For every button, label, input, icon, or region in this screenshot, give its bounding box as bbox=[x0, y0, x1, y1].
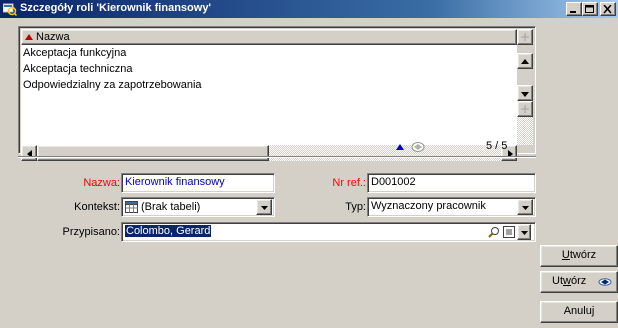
maximize-button[interactable] bbox=[582, 2, 598, 16]
window-title: Szczegóły roli 'Kierownik finansowy' bbox=[20, 2, 212, 14]
role-details-icon bbox=[3, 3, 17, 16]
page-counter: 5 / 5 bbox=[486, 140, 508, 152]
column-add-button[interactable] bbox=[517, 29, 533, 45]
plus-icon bbox=[521, 33, 529, 41]
name-field[interactable]: Kierownik finansowy bbox=[121, 173, 275, 193]
create-button-label: Utwórz bbox=[561, 249, 597, 261]
type-value: Wyznaczony pracownik bbox=[371, 200, 486, 212]
details-button[interactable] bbox=[502, 224, 516, 240]
close-icon bbox=[603, 5, 612, 14]
context-value: (Brak tabeli) bbox=[141, 201, 201, 213]
refresh-icon[interactable] bbox=[410, 141, 426, 153]
name-label: Nazwa: bbox=[83, 177, 120, 189]
scroll-up-button[interactable] bbox=[517, 53, 533, 69]
scroll-down-button[interactable] bbox=[517, 85, 533, 101]
list-item[interactable]: Akceptacja techniczna bbox=[23, 61, 132, 77]
context-dropdown-button[interactable] bbox=[256, 199, 272, 215]
type-dropdown-button[interactable] bbox=[517, 199, 533, 215]
chevron-down-icon bbox=[261, 206, 268, 210]
chevron-down-icon bbox=[521, 231, 528, 235]
assigned-label: Przypisano: bbox=[62, 226, 120, 238]
create-menu-label: Utwórz bbox=[552, 275, 587, 287]
list-item[interactable]: Akceptacja funkcyjna bbox=[23, 45, 126, 61]
ref-number-label: Nr ref.: bbox=[332, 177, 366, 189]
close-button[interactable] bbox=[600, 2, 616, 16]
context-select[interactable]: (Brak tabeli) bbox=[121, 197, 275, 217]
vertical-scrollbar[interactable] bbox=[517, 29, 533, 145]
ref-number-field[interactable]: D001002 bbox=[367, 173, 536, 193]
detail-form-icon bbox=[503, 226, 515, 238]
column-header-label: Nazwa bbox=[36, 31, 70, 43]
type-select[interactable]: Wyznaczony pracownik bbox=[367, 197, 536, 217]
table-icon bbox=[125, 201, 138, 213]
list-header: Nazwa bbox=[21, 29, 517, 45]
section-divider bbox=[18, 156, 536, 158]
cancel-button[interactable]: Anuluj bbox=[540, 301, 618, 323]
type-label: Typ: bbox=[345, 201, 366, 213]
assigned-field[interactable]: Colombo, Gerard bbox=[121, 222, 536, 242]
sort-up-icon[interactable] bbox=[396, 144, 404, 150]
assigned-dropdown-button[interactable] bbox=[517, 224, 531, 240]
row-add-button[interactable] bbox=[517, 101, 533, 117]
arrow-up-icon bbox=[521, 59, 529, 64]
assigned-value: Colombo, Gerard bbox=[125, 225, 212, 237]
maximize-icon bbox=[585, 5, 594, 13]
minimize-button[interactable] bbox=[566, 2, 582, 16]
search-button[interactable] bbox=[487, 224, 501, 240]
create-menu-button[interactable]: Utwórz bbox=[540, 271, 618, 293]
plus-icon bbox=[521, 105, 529, 113]
dropdown-arrow-icon bbox=[598, 278, 612, 286]
context-label: Kontekst: bbox=[74, 201, 120, 213]
sort-ascending-icon bbox=[25, 34, 33, 40]
list-pager: 5 / 5 bbox=[18, 138, 536, 156]
minimize-icon bbox=[570, 11, 576, 13]
cancel-button-label: Anuluj bbox=[563, 305, 595, 317]
create-button[interactable]: Utwórz bbox=[540, 245, 618, 267]
column-header-name[interactable]: Nazwa bbox=[21, 29, 517, 45]
title-bar: Szczegóły roli 'Kierownik finansowy' bbox=[0, 0, 618, 18]
list-body: Nazwa Akceptacja funkcyjna Akceptacja te… bbox=[21, 29, 517, 145]
chevron-down-icon bbox=[522, 206, 529, 210]
list-item[interactable]: Odpowiedzialny za zapotrzebowania bbox=[23, 77, 202, 93]
arrow-down-icon bbox=[521, 92, 529, 97]
magnifier-icon bbox=[488, 227, 499, 238]
linked-items-list: Nazwa Akceptacja funkcyjna Akceptacja te… bbox=[18, 26, 536, 161]
